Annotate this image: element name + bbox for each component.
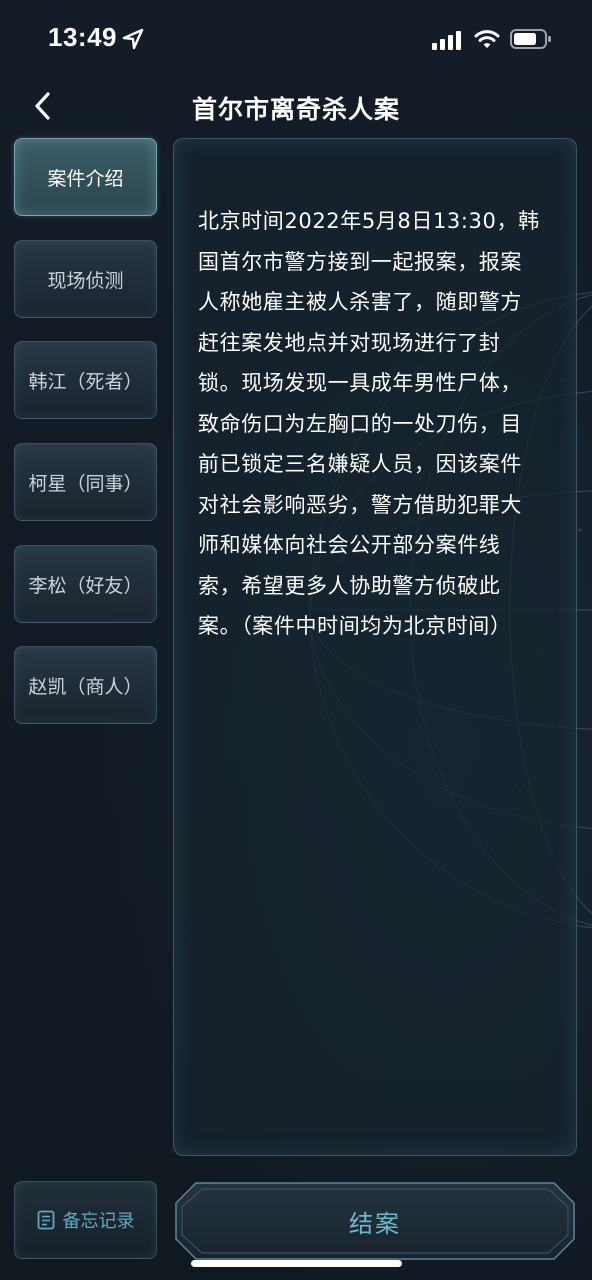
case-description: 北京时间2022年5月8日13:30，韩 国首尔市警方接到一起报案，报案 人称她… — [198, 201, 558, 647]
cellular-signal-icon — [432, 31, 461, 50]
memo-button-label: 备忘记录 — [62, 1211, 135, 1232]
case-description-line: 国首尔市警方接到一起报案，报案 — [198, 249, 522, 274]
case-description-line: 人称她雇主被人杀害了，随即警方 — [198, 290, 522, 314]
case-description-line: 前已锁定三名嫌疑人员，因该案件 — [198, 452, 522, 476]
close-case-label: 结案 — [349, 1210, 401, 1238]
case-description-line: 锁。现场发现一具成年男性尸体， — [198, 371, 522, 395]
tab-ke-xing[interactable]: 柯星（同事） — [14, 443, 157, 521]
status-bar: 13:49 — [0, 0, 592, 80]
case-content-panel: 北京时间2022年5月8日13:30，韩 国首尔市警方接到一起报案，报案 人称她… — [173, 138, 577, 1156]
close-case-button[interactable]: 结案 — [174, 1181, 576, 1261]
wifi-icon — [474, 30, 500, 48]
tab-li-song[interactable]: 李松（好友） — [14, 545, 157, 623]
case-description-line: 索，希望更多人协助警方侦破此 — [198, 573, 501, 598]
memo-button[interactable]: 备忘记录 — [14, 1181, 157, 1259]
case-description-line: 赶往案发地点并对现场进行了封 — [198, 330, 501, 355]
tab-han-jiang[interactable]: 韩江（死者） — [14, 341, 157, 419]
page-title: 首尔市离奇杀人案 — [191, 95, 400, 124]
status-time: 13:49 — [48, 22, 117, 52]
battery-icon — [510, 29, 551, 49]
case-description-line: 师和媒体向社会公开部分案件线 — [198, 533, 501, 557]
case-description-line: 对社会影响恶劣，警方借助犯罪大 — [198, 492, 522, 517]
navigation-header: 首尔市离奇杀人案 — [0, 80, 592, 136]
location-arrow-icon — [122, 28, 144, 50]
app-screen: 13:49 首尔市离奇杀人案 案件介绍 现场侦测 韩江（死者） 柯星（同事） 李… — [0, 0, 592, 1280]
tab-case-intro[interactable]: 案件介绍 — [14, 138, 157, 216]
tab-scene-detection[interactable]: 现场侦测 — [14, 240, 157, 318]
home-indicator — [191, 1260, 402, 1267]
case-description-line: 北京时间2022年5月8日13:30，韩 — [198, 209, 540, 233]
notepad-icon — [37, 1210, 54, 1230]
case-description-line: 致命伤口为左胸口的一处刀伤，目 — [198, 411, 522, 436]
tab-zhao-kai[interactable]: 赵凯（商人） — [14, 646, 157, 724]
case-description-line: 案。（案件中时间均为北京时间） — [198, 614, 512, 638]
